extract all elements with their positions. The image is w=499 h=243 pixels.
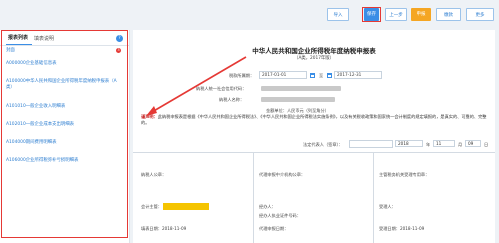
accountant-field-highlighted[interactable] <box>163 203 209 210</box>
sidebar-item-a100000[interactable]: A100000中华人民共和国企业所得税年度纳税申报表（A类） <box>0 72 129 98</box>
notice-prefix: 谨声明： <box>141 114 158 119</box>
sidebar-item-a106000[interactable]: A106000企业所得税弥补亏损明细表 <box>0 152 129 170</box>
period-end-field[interactable]: 2017-12-31 <box>334 71 382 79</box>
period-start-field[interactable]: 2017-01-01 <box>259 71 307 79</box>
notice-text: 此纳税申报表是根据《中华人民共和国企业所得税法》、《中华人民共和国企业所得税法实… <box>141 114 487 125</box>
sidebar-item-a101010[interactable]: A101010一般企业收入明细表 <box>0 98 129 116</box>
report-list: 封面 3 A000000企业基础信息表 A100000中华人民共和国企业所得税年… <box>0 46 129 170</box>
sidebar-item-a102010[interactable]: A102010一般企业成本支出明细表 <box>0 116 129 134</box>
form-subtitle: （A类，2017年版） <box>294 56 334 61</box>
redacted-taxpayer-id <box>261 86 341 91</box>
year-select[interactable]: 2018 <box>395 140 423 147</box>
month-select[interactable]: 11 <box>433 140 455 147</box>
prev-step-button[interactable]: 上一步 <box>385 8 407 21</box>
sidebar-tabs: 报表列表 填表说明 ? <box>0 30 129 46</box>
legal-rep-label: 法定代表人（签章）： <box>303 142 343 147</box>
tab-report-list[interactable]: 报表列表 <box>6 34 33 45</box>
sidebar-item-a104000[interactable]: A104000期间费用明细表 <box>0 134 129 152</box>
taxpayer-seal-label: 纳税人公章： <box>141 172 167 177</box>
day-unit: 日 <box>484 142 489 147</box>
handler-cert-label: 经办人执业证件号码： <box>259 213 301 218</box>
import-button[interactable]: 导入 <box>327 8 349 21</box>
sidebar-item-label: A100000中华人民共和国企业所得税年度纳税申报表（A类） <box>6 79 117 90</box>
sidebar-item-cover[interactable]: 封面 3 <box>0 46 129 56</box>
report-sidebar: 报表列表 填表说明 ? 封面 3 A000000企业基础信息表 A100000中… <box>0 30 130 243</box>
tab-fill-instructions[interactable]: 填表说明 <box>32 35 58 45</box>
sidebar-item-label: A101010一般企业收入明细表 <box>6 104 66 109</box>
day-select[interactable]: 09 <box>465 140 481 147</box>
sidebar-item-label: 封面 <box>6 48 15 53</box>
redacted-taxpayer-name <box>261 97 335 102</box>
table-divider <box>373 152 374 243</box>
legal-rep-field[interactable] <box>349 140 393 148</box>
declare-button[interactable]: 申报 <box>411 8 431 21</box>
more-button[interactable]: 更多 <box>466 8 494 21</box>
pay-button[interactable]: 缴款 <box>436 8 461 21</box>
authority-seal-label: 主管税务机关受理专用章： <box>379 172 430 177</box>
calendar-icon[interactable] <box>310 73 315 78</box>
receive-date-label: 受理日期：2018-11-09 <box>379 226 425 231</box>
form-title: 中华人民共和国企业所得税年度纳税申报表 <box>252 47 376 55</box>
save-highlight-box <box>362 7 381 22</box>
taxpayer-id-label: 纳税人统一社会信用代码： <box>196 86 247 91</box>
signature-table <box>133 152 495 243</box>
month-unit: 月 <box>458 142 463 147</box>
table-divider <box>253 152 254 243</box>
fill-date-label: 填表日期：2018-11-09 <box>141 226 187 231</box>
sidebar-item-a000000[interactable]: A000000企业基础信息表 <box>0 56 129 72</box>
taxpayer-name-label: 纳税人名称： <box>219 97 245 102</box>
calendar-icon[interactable] <box>327 73 332 78</box>
year-unit: 年 <box>426 142 431 147</box>
sidebar-item-label: A102010一般企业成本支出明细表 <box>6 122 75 127</box>
tax-return-form: 中华人民共和国企业所得税年度纳税申报表 （A类，2017年版） 税款所属期： 2… <box>133 30 495 243</box>
receiver-label: 受理人： <box>379 204 396 209</box>
agent-date-label: 代理申报日期： <box>259 226 289 231</box>
sidebar-item-label: A106000企业所得税弥补亏损明细表 <box>6 158 79 163</box>
help-icon[interactable]: ? <box>116 35 123 42</box>
handler-label: 经办人： <box>259 204 276 209</box>
declaration-notice: 谨声明：此纳税申报表是根据《中华人民共和国企业所得税法》、《中华人民共和国企业所… <box>141 114 491 126</box>
sidebar-item-label: A000000企业基础信息表 <box>6 61 57 66</box>
period-separator: 至 <box>319 73 324 78</box>
sidebar-item-label: A104000期间费用明细表 <box>6 140 57 145</box>
period-label: 税款所属期： <box>229 73 255 78</box>
accountant-label: 会计主管： <box>141 204 162 209</box>
top-toolbar: 导入 保存 上一步 申报 缴款 更多 <box>0 0 499 30</box>
count-badge: 3 <box>116 48 121 53</box>
agent-seal-label: 代理申报中介机构公章： <box>259 172 306 177</box>
